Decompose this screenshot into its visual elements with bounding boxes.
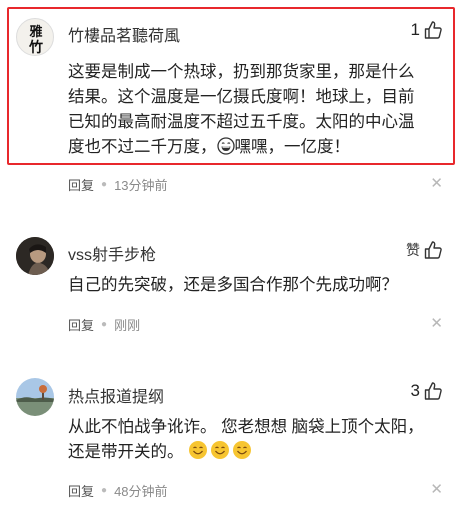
separator-dot: ●: [101, 485, 108, 496]
comment-line: 结果。这个温度是一亿摄氏度啊！地球上，目前: [68, 88, 415, 106]
smiling-face-icon: [189, 441, 252, 459]
thumbs-up-icon: [424, 21, 442, 39]
avatar[interactable]: 雅 竹: [16, 18, 54, 56]
separator-dot: ●: [101, 179, 108, 190]
like-button[interactable]: 赞: [406, 240, 443, 260]
grinning-face-icon: [216, 137, 235, 155]
like-count: 3: [410, 381, 420, 400]
like-label: 赞: [406, 242, 420, 258]
comment-line: 度也不过二千万度， 嘿嘿，一亿度！: [68, 137, 350, 156]
reply-button[interactable]: 回复: [68, 175, 94, 194]
svg-text:雅: 雅: [29, 24, 42, 40]
comment-text: 自己的先突破，还是多国合作那个先成功啊？: [68, 273, 448, 298]
svg-text:竹: 竹: [28, 39, 43, 56]
reply-button[interactable]: 回复: [68, 481, 94, 500]
comment-line: 这要是制成一个热球，扔到那货家里，那是什么: [68, 63, 415, 81]
comment-line: 已知的最高耐温度不超过五千度。太阳的中心温: [68, 113, 415, 131]
timestamp: 刚刚: [114, 318, 141, 333]
reply-button[interactable]: 回复: [68, 315, 94, 334]
comment-line: 还是带开关的。: [68, 440, 448, 465]
avatar[interactable]: [16, 378, 54, 416]
username[interactable]: 热点报道提纲: [68, 383, 164, 407]
thumbs-up-icon: [424, 382, 442, 400]
avatar[interactable]: [16, 237, 54, 275]
separator-dot: ●: [101, 319, 108, 330]
username[interactable]: 竹樓品茗聽荷風: [68, 22, 180, 46]
like-button[interactable]: 3: [411, 381, 443, 401]
comment-meta: 回复 ● 13分钟前: [68, 175, 168, 194]
close-icon[interactable]: ✕: [430, 176, 443, 191]
thumbs-up-icon: [424, 241, 442, 259]
comment-text: 这要是制成一个热球，扔到那货家里，那是什么 结果。这个温度是一亿摄氏度啊！地球上…: [68, 60, 448, 160]
like-button[interactable]: 1: [411, 20, 443, 40]
username[interactable]: vss射手步枪: [68, 241, 156, 265]
comment-meta: 回复 ● 刚刚: [68, 315, 140, 334]
avatar-photo-icon: [16, 237, 54, 275]
comment-line: 从此不怕战争讹诈。 您老想想 脑袋上顶个太阳，: [68, 418, 424, 436]
comment-text: 从此不怕战争讹诈。 您老想想 脑袋上顶个太阳， 还是带开关的。: [68, 415, 448, 465]
close-icon[interactable]: ✕: [430, 482, 443, 497]
timestamp: 13分钟前: [114, 178, 168, 193]
close-icon[interactable]: ✕: [430, 316, 443, 331]
comment-line: 自己的先突破，还是多国合作那个先成功啊？: [68, 276, 398, 294]
like-count: 1: [410, 20, 420, 39]
comment-meta: 回复 ● 48分钟前: [68, 481, 168, 500]
timestamp: 48分钟前: [114, 484, 168, 499]
avatar-landscape-icon: [16, 378, 54, 416]
